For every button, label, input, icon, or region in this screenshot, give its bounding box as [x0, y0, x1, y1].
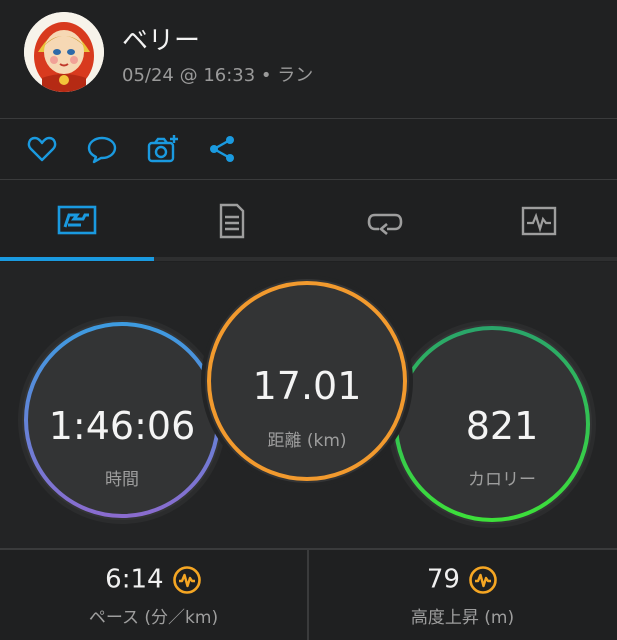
- time-label: 時間: [105, 470, 139, 490]
- elevation-cell[interactable]: 79 高度上昇 (m): [309, 550, 616, 640]
- divider: [0, 179, 617, 180]
- avatar[interactable]: [24, 12, 104, 92]
- calories-stat-circle: 821 カロリー: [386, 318, 598, 530]
- user-name[interactable]: ベリー: [122, 20, 200, 57]
- calories-label: カロリー: [468, 470, 536, 490]
- comment-icon[interactable]: [86, 133, 118, 165]
- elevation-label: 高度上昇 (m): [410, 608, 515, 628]
- elevation-badge-icon: [468, 564, 498, 594]
- action-bar: [0, 119, 617, 179]
- activity-meta: 05/24 @ 16:33 • ラン: [122, 65, 314, 86]
- details-icon: [219, 203, 245, 239]
- pace-label: ペース (分／km): [88, 608, 219, 628]
- distance-value: 17.01: [252, 364, 362, 408]
- tab-details[interactable]: [154, 181, 308, 261]
- tab-stats[interactable]: [0, 181, 154, 261]
- tab-track: [154, 257, 617, 261]
- tab-laps[interactable]: [308, 181, 462, 261]
- calories-value: 821: [465, 404, 539, 448]
- pace-cell[interactable]: 6:14 ペース (分／km): [0, 550, 307, 640]
- add-photo-icon[interactable]: [146, 133, 178, 165]
- elevation-value: 79: [426, 564, 460, 595]
- heart-icon[interactable]: [26, 133, 58, 165]
- time-value: 1:46:06: [48, 404, 196, 448]
- time-stat-circle: 1:46:06 時間: [16, 314, 228, 526]
- laps-icon: [367, 213, 403, 235]
- matryoshka-avatar-image: [24, 12, 104, 92]
- pace-value: 6:14: [105, 564, 164, 595]
- tab-charts[interactable]: [462, 181, 616, 261]
- tab-bar: [0, 181, 617, 261]
- metrics-row: 6:14 ペース (分／km) 79 高度上昇 (m): [0, 550, 617, 640]
- stats-panel: 1:46:06 時間 821 カロリー 17.01 距離 (km): [0, 262, 617, 548]
- tab-active-indicator: [0, 257, 154, 261]
- share-icon[interactable]: [206, 133, 238, 165]
- stats-icon: [57, 205, 97, 235]
- distance-label: 距離 (km): [267, 431, 347, 451]
- chart-icon: [521, 206, 557, 236]
- pace-badge-icon: [172, 564, 202, 594]
- activity-header: ベリー 05/24 @ 16:33 • ラン: [0, 0, 617, 118]
- distance-stat-circle: 17.01 距離 (km): [200, 274, 414, 488]
